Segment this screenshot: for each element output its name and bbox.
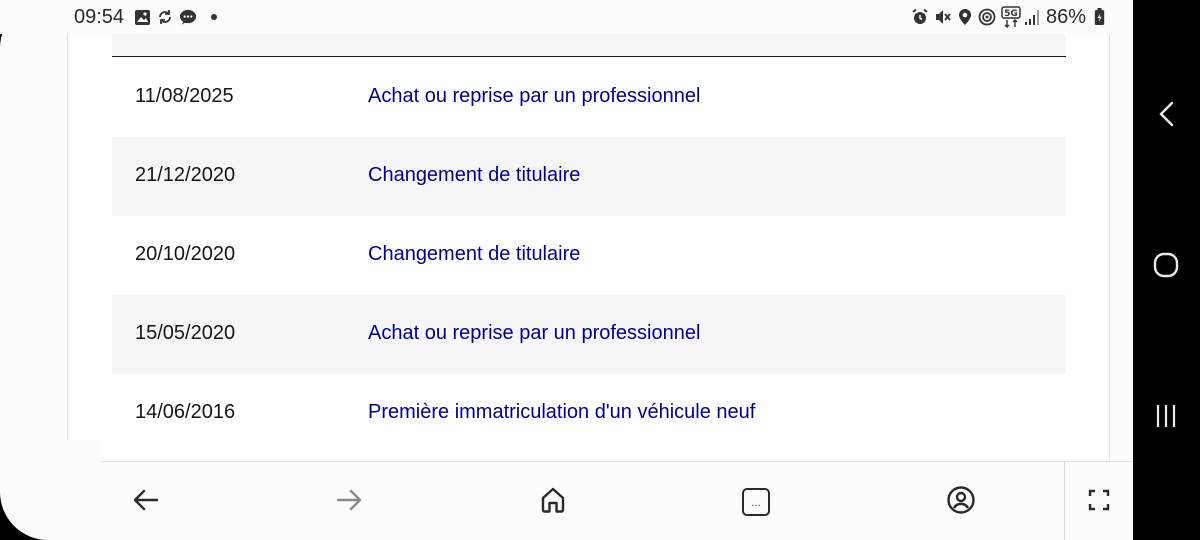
table-header (112, 34, 1066, 57)
location-icon (956, 8, 974, 26)
row-date: 14/06/2016 (135, 401, 236, 423)
gallery-icon (133, 8, 151, 26)
android-navigation-bar (1133, 0, 1200, 540)
status-bar: 09:54 5G 86% (0, 0, 1133, 34)
back-button[interactable] (128, 484, 164, 520)
dot-icon (205, 8, 223, 26)
mute-icon (934, 8, 952, 26)
browser-toolbar: ... (44, 461, 1133, 540)
history-row: 20/10/2020 Changement de titulaire (112, 216, 1066, 295)
row-event: Première immatriculation d'un véhicule n… (368, 401, 756, 423)
5g-icon: 5G (1001, 6, 1021, 28)
account-icon (946, 485, 976, 520)
recents-icon (1154, 403, 1178, 434)
history-row: 14/06/2016 Première immatriculation d'un… (112, 374, 1066, 453)
forward-button[interactable] (331, 484, 367, 520)
fullscreen-icon (1088, 489, 1110, 516)
home-icon (539, 486, 567, 519)
svg-text:5G: 5G (1004, 9, 1018, 19)
row-date: 20/10/2020 (135, 243, 236, 265)
system-home-button[interactable] (1151, 252, 1181, 282)
hotspot-icon (978, 8, 996, 26)
recent-back-icon (1158, 101, 1174, 132)
row-date: 21/12/2020 (135, 164, 236, 186)
alarm-icon (911, 8, 929, 26)
row-event: Changement de titulaire (368, 164, 581, 186)
tabs-button[interactable]: ... (738, 484, 774, 520)
row-date: 15/05/2020 (135, 322, 236, 344)
system-recents-button[interactable] (1151, 403, 1181, 433)
signal-icon (1024, 8, 1042, 26)
history-page: 11/08/2025 Achat ou reprise par un profe… (67, 34, 1110, 461)
home-circle-icon (1153, 252, 1179, 283)
history-row: 21/12/2020 Changement de titulaire (112, 137, 1066, 216)
system-back-button[interactable] (1151, 101, 1181, 131)
message-icon (179, 8, 197, 26)
forward-icon (336, 489, 362, 516)
browser-screen: 09:54 5G 86% 11/08/2025 Achat ou reprise… (0, 0, 1133, 540)
battery-percent: 86% (1046, 6, 1087, 28)
row-date: 11/08/2025 (135, 85, 234, 107)
sync-icon (156, 8, 174, 26)
toolbar-divider (1064, 462, 1065, 540)
row-event: Achat ou reprise par un professionnel (368, 85, 701, 107)
battery-icon (1093, 8, 1105, 26)
history-row: 15/05/2020 Achat ou reprise par un profe… (112, 295, 1066, 374)
back-icon (133, 489, 159, 516)
history-row: 11/08/2025 Achat ou reprise par un profe… (112, 58, 1066, 137)
tabs-label: ... (751, 498, 761, 509)
row-event: Achat ou reprise par un professionnel (368, 322, 701, 344)
home-button[interactable] (535, 484, 571, 520)
account-button[interactable] (943, 484, 979, 520)
tabs-icon: ... (742, 488, 770, 516)
screen-corner (0, 440, 100, 540)
fullscreen-button[interactable] (1081, 484, 1117, 520)
status-time: 09:54 (74, 6, 125, 28)
row-event: Changement de titulaire (368, 243, 581, 265)
